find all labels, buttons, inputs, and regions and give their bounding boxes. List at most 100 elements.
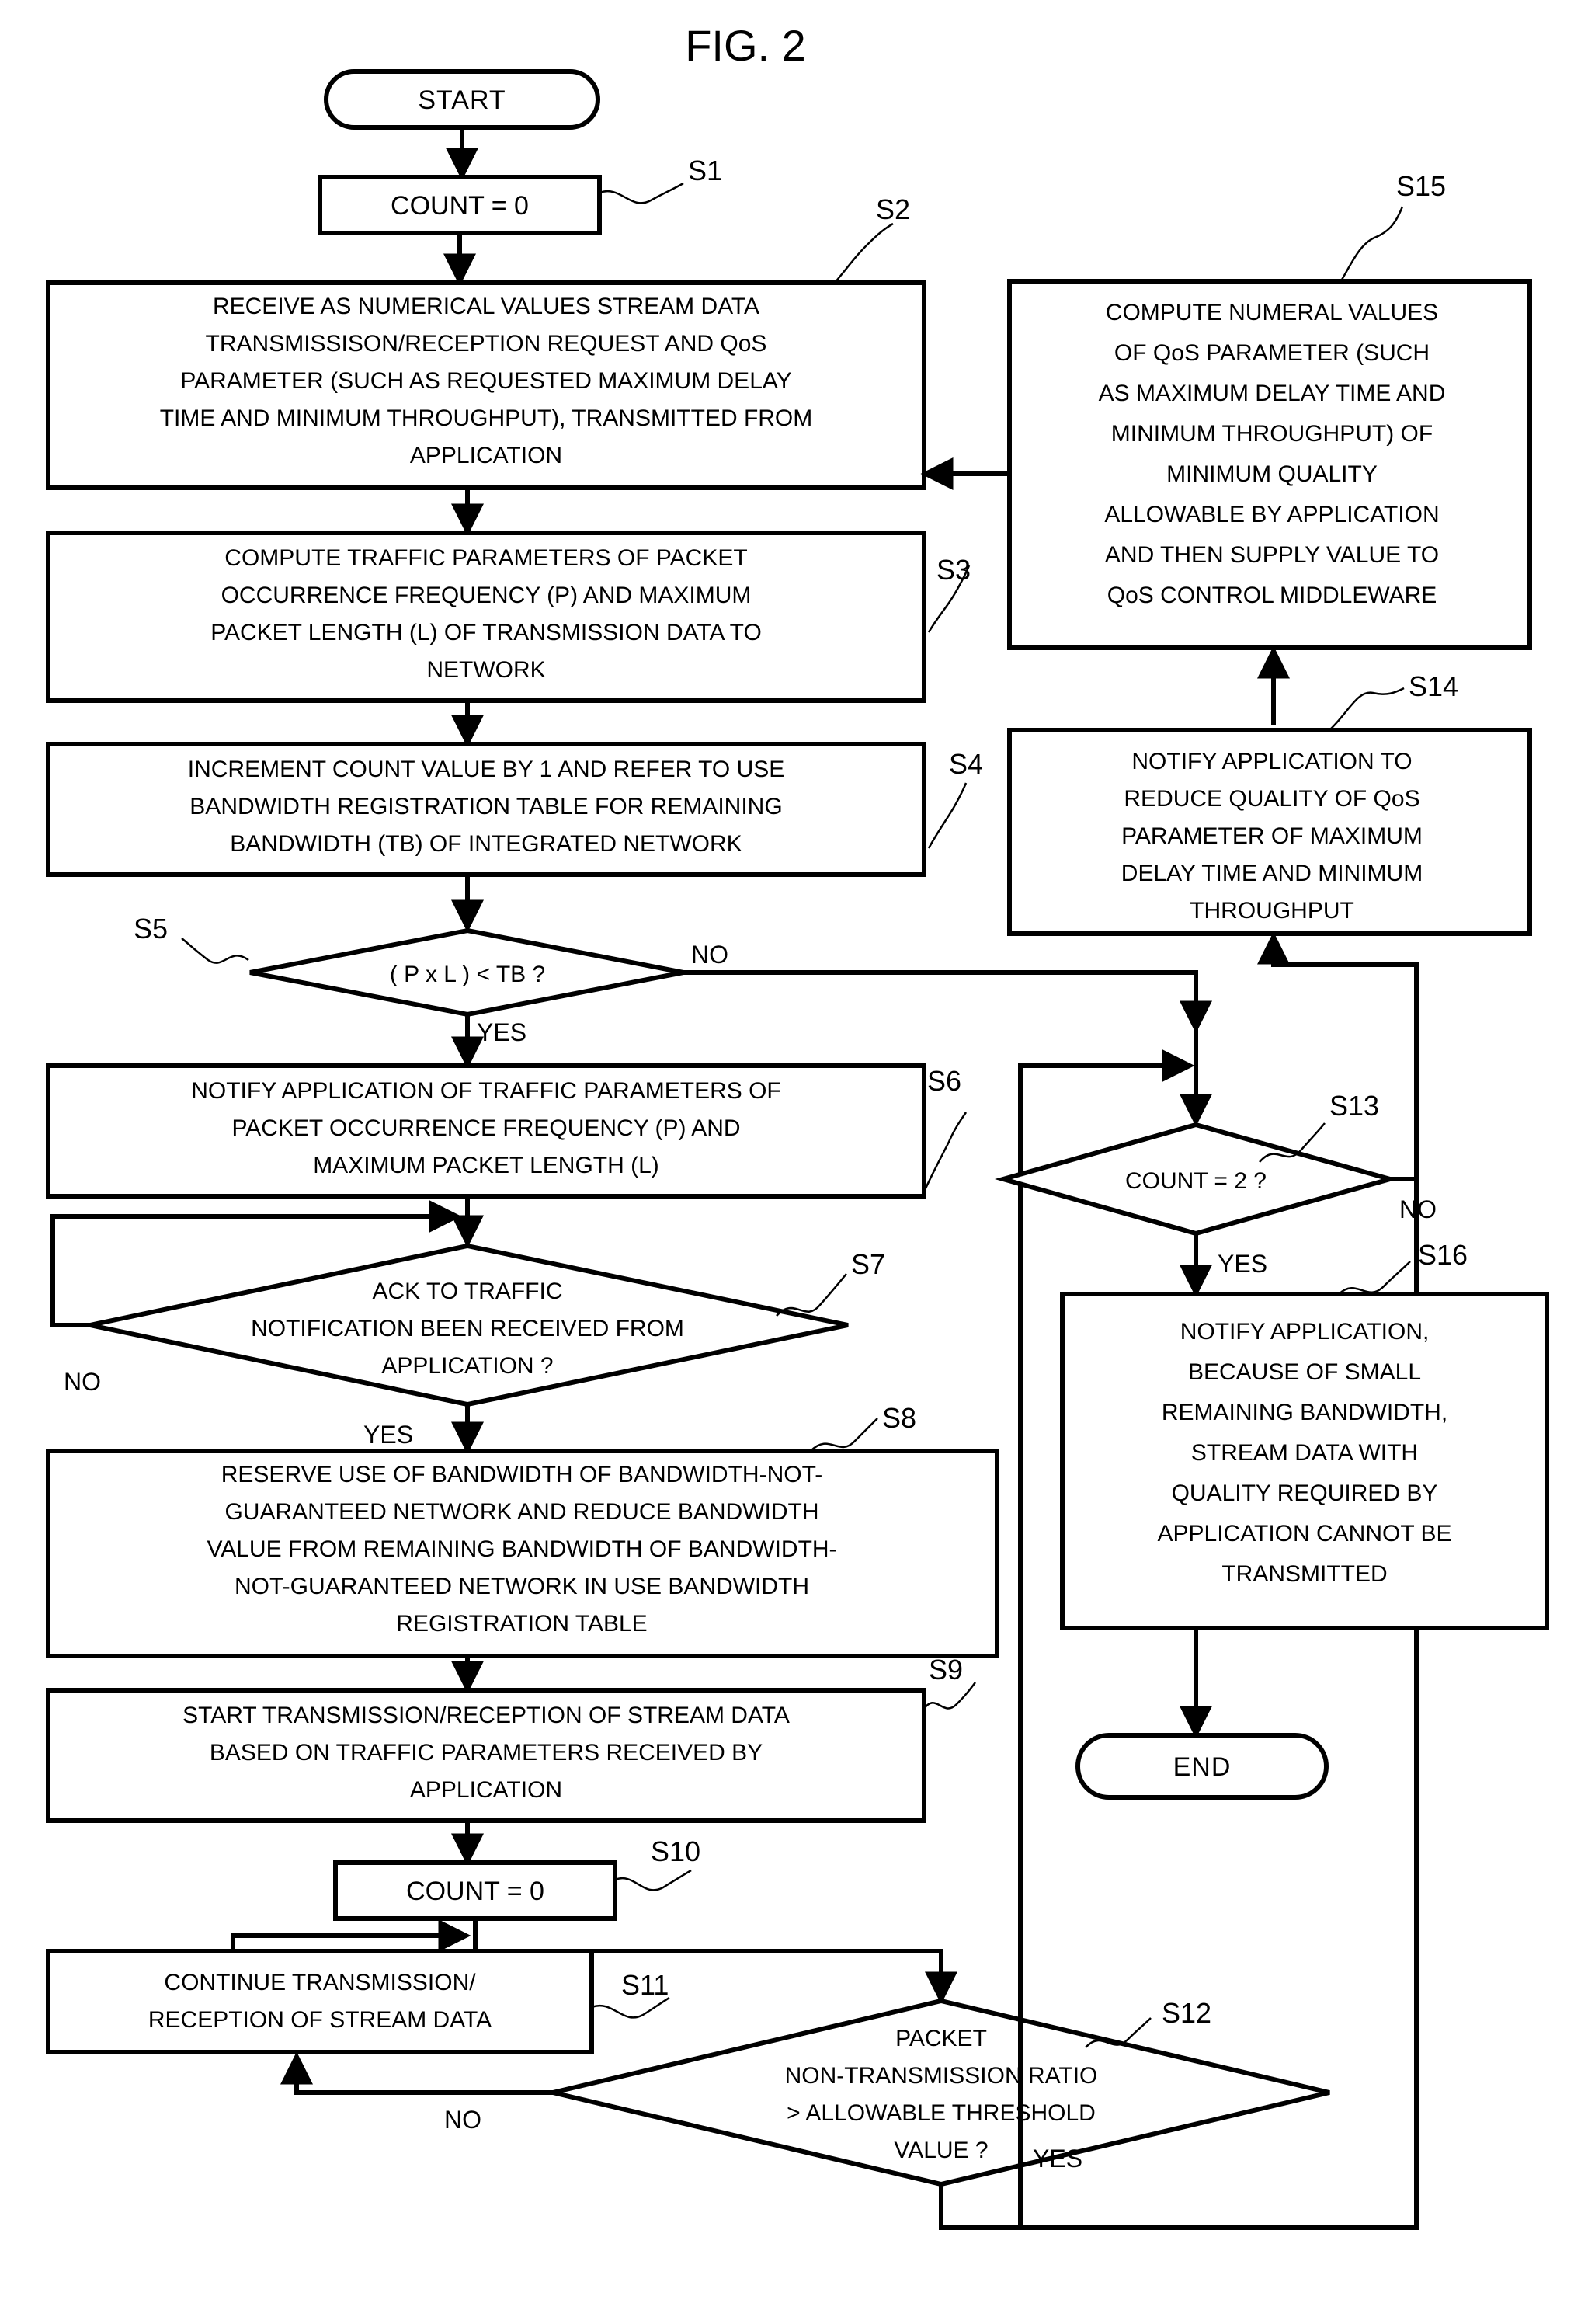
node-s15-line-1: OF QoS PARAMETER (SUCH bbox=[1114, 340, 1430, 366]
node-s8-line-0: RESERVE USE OF BANDWIDTH OF BANDWIDTH-NO… bbox=[221, 1462, 822, 1487]
step-label-s3: S3 bbox=[936, 554, 971, 586]
node-s7-line-0: ACK TO TRAFFIC bbox=[372, 1279, 562, 1304]
node-s12-line-3: VALUE ? bbox=[894, 2138, 988, 2163]
leader-s10 bbox=[614, 1869, 692, 1891]
node-s11-line-1: RECEPTION OF STREAM DATA bbox=[148, 2007, 492, 2033]
node-s9-line-1: BASED ON TRAFFIC PARAMETERS RECEIVED BY bbox=[210, 1740, 763, 1766]
node-s16-line-2: REMAINING BANDWIDTH, bbox=[1162, 1400, 1447, 1425]
step-label-s4: S4 bbox=[949, 748, 983, 780]
node-s8-line-1: GUARANTEED NETWORK AND REDUCE BANDWIDTH bbox=[224, 1499, 818, 1525]
leader-s14 bbox=[1329, 687, 1405, 731]
figure-title: FIG. 2 bbox=[685, 21, 806, 70]
step-label-s10: S10 bbox=[651, 1835, 700, 1867]
connector-s12-no bbox=[280, 2051, 553, 2095]
step-label-s9: S9 bbox=[929, 1654, 963, 1686]
node-s14-line-4: THROUGHPUT bbox=[1190, 898, 1354, 924]
node-s14-line-3: DELAY TIME AND MINIMUM bbox=[1121, 861, 1423, 886]
leader-s6 bbox=[924, 1112, 968, 1189]
node-s3-line-0: COMPUTE TRAFFIC PARAMETERS OF PACKET bbox=[224, 545, 747, 571]
branch-label-s13-no: NO bbox=[1399, 1195, 1437, 1223]
branch-label-s7-no: NO bbox=[64, 1368, 101, 1396]
leader-s1 bbox=[599, 182, 684, 204]
node-s15-line-2: AS MAXIMUM DELAY TIME AND bbox=[1099, 381, 1446, 406]
node-s14-line-1: REDUCE QUALITY OF QoS bbox=[1124, 786, 1419, 812]
start-label: START bbox=[418, 85, 506, 115]
node-s16-line-0: NOTIFY APPLICATION, bbox=[1180, 1319, 1430, 1345]
node-s12-line-1: NON-TRANSMISSION RATIO bbox=[785, 2063, 1098, 2089]
node-s2-line-2: PARAMETER (SUCH AS REQUESTED MAXIMUM DEL… bbox=[180, 368, 791, 394]
node-s8-line-2: VALUE FROM REMAINING BANDWIDTH OF BANDWI… bbox=[207, 1536, 836, 1562]
flowchart-svg: FIG. 2 START COUNT = 0 S1 RECEIVE AS NUM… bbox=[46, 21, 1549, 2230]
leader-s7 bbox=[776, 1273, 847, 1317]
step-label-s15: S15 bbox=[1396, 170, 1446, 202]
step-label-s16: S16 bbox=[1418, 1239, 1468, 1271]
connector-s13-no-to-s14 bbox=[1257, 931, 1419, 1174]
step-label-s2: S2 bbox=[876, 193, 910, 225]
node-s3-line-1: OCCURRENCE FREQUENCY (P) AND MAXIMUM bbox=[221, 583, 752, 608]
node-s12-line-0: PACKET bbox=[895, 2026, 987, 2051]
step-label-s14: S14 bbox=[1409, 670, 1458, 702]
leader-s8 bbox=[810, 1418, 878, 1452]
end-label: END bbox=[1173, 1752, 1232, 1782]
step-label-s12: S12 bbox=[1162, 1997, 1211, 2029]
node-s7-line-2: APPLICATION ? bbox=[381, 1353, 553, 1379]
node-s13-line-0: COUNT = 2 ? bbox=[1125, 1168, 1267, 1194]
node-s15-line-3: MINIMUM THROUGHPUT) OF bbox=[1111, 421, 1433, 447]
step-label-s11: S11 bbox=[621, 1969, 669, 2001]
connector-s5-no bbox=[683, 970, 1212, 1034]
node-s3-line-3: NETWORK bbox=[426, 657, 545, 683]
node-s9-line-0: START TRANSMISSION/RECEPTION OF STREAM D… bbox=[182, 1703, 790, 1728]
leader-s5 bbox=[181, 938, 249, 964]
node-s11 bbox=[46, 1949, 594, 2054]
node-s12-line-2: > ALLOWABLE THRESHOLD bbox=[787, 2100, 1096, 2126]
node-s9-line-2: APPLICATION bbox=[410, 1777, 562, 1803]
node-s2-line-1: TRANSMISSISON/RECEPTION REQUEST AND QoS bbox=[206, 331, 767, 357]
node-s16-line-3: STREAM DATA WITH bbox=[1191, 1440, 1418, 1466]
node-s6-line-0: NOTIFY APPLICATION OF TRAFFIC PARAMETERS… bbox=[191, 1078, 781, 1104]
branch-label-s5-yes: YES bbox=[477, 1018, 526, 1046]
node-s16-line-5: APPLICATION CANNOT BE bbox=[1158, 1521, 1452, 1546]
node-s4-line-1: BANDWIDTH REGISTRATION TABLE FOR REMAINI… bbox=[189, 794, 782, 819]
node-s6-line-1: PACKET OCCURRENCE FREQUENCY (P) AND bbox=[231, 1115, 740, 1141]
node-s15-line-7: QoS CONTROL MIDDLEWARE bbox=[1107, 583, 1437, 608]
node-s10-line-0: COUNT = 0 bbox=[406, 1877, 544, 1906]
step-label-s5: S5 bbox=[134, 913, 168, 945]
node-s8-line-3: NOT-GUARANTEED NETWORK IN USE BANDWIDTH bbox=[235, 1574, 809, 1599]
node-s16-line-1: BECAUSE OF SMALL bbox=[1188, 1359, 1421, 1385]
node-s14-line-2: PARAMETER OF MAXIMUM bbox=[1121, 823, 1423, 849]
node-s2-line-0: RECEIVE AS NUMERICAL VALUES STREAM DATA bbox=[213, 294, 759, 319]
branch-label-s7-yes: YES bbox=[363, 1421, 413, 1449]
node-s2-line-4: APPLICATION bbox=[410, 443, 562, 468]
leader-s4 bbox=[927, 782, 968, 849]
branch-label-s13-yes: YES bbox=[1218, 1250, 1267, 1278]
node-s5-line-0: ( P x L ) < TB ? bbox=[390, 962, 545, 987]
step-label-s1: S1 bbox=[688, 155, 722, 186]
node-s15-line-6: AND THEN SUPPLY VALUE TO bbox=[1105, 542, 1439, 568]
leader-s16 bbox=[1338, 1261, 1411, 1295]
node-s8-line-4: REGISTRATION TABLE bbox=[396, 1611, 647, 1637]
branch-label-s12-yes: YES bbox=[1033, 2145, 1082, 2173]
node-s15-line-4: MINIMUM QUALITY bbox=[1166, 461, 1378, 487]
step-label-s8: S8 bbox=[882, 1402, 916, 1434]
node-s1-line-0: COUNT = 0 bbox=[391, 191, 529, 221]
node-s2-line-3: TIME AND MINIMUM THROUGHPUT), TRANSMITTE… bbox=[160, 405, 813, 431]
leader-s2 bbox=[834, 222, 894, 284]
node-s4-line-2: BANDWIDTH (TB) OF INTEGRATED NETWORK bbox=[230, 831, 742, 857]
node-s3-line-2: PACKET LENGTH (L) OF TRANSMISSION DATA T… bbox=[210, 620, 762, 645]
branch-label-s12-no: NO bbox=[444, 2106, 481, 2134]
node-s15-line-0: COMPUTE NUMERAL VALUES bbox=[1106, 300, 1438, 325]
figure-page: FIG. 2 START COUNT = 0 S1 RECEIVE AS NUM… bbox=[0, 0, 1588, 2324]
node-s16-line-6: TRANSMITTED bbox=[1221, 1561, 1387, 1587]
node-s7-line-1: NOTIFICATION BEEN RECEIVED FROM bbox=[251, 1316, 684, 1341]
node-s4-line-0: INCREMENT COUNT VALUE BY 1 AND REFER TO … bbox=[188, 757, 785, 782]
step-label-s7: S7 bbox=[851, 1248, 885, 1280]
node-s15-line-5: ALLOWABLE BY APPLICATION bbox=[1104, 502, 1439, 527]
node-s6-line-2: MAXIMUM PACKET LENGTH (L) bbox=[313, 1153, 659, 1178]
node-s11-line-0: CONTINUE TRANSMISSION/ bbox=[164, 1970, 476, 1995]
node-s14-line-0: NOTIFY APPLICATION TO bbox=[1131, 749, 1412, 774]
leader-s15 bbox=[1340, 206, 1404, 280]
node-s16-line-4: QUALITY REQUIRED BY bbox=[1172, 1480, 1438, 1506]
step-label-s6: S6 bbox=[927, 1065, 961, 1097]
step-label-s13: S13 bbox=[1329, 1090, 1379, 1122]
branch-label-s5-no: NO bbox=[691, 941, 728, 969]
